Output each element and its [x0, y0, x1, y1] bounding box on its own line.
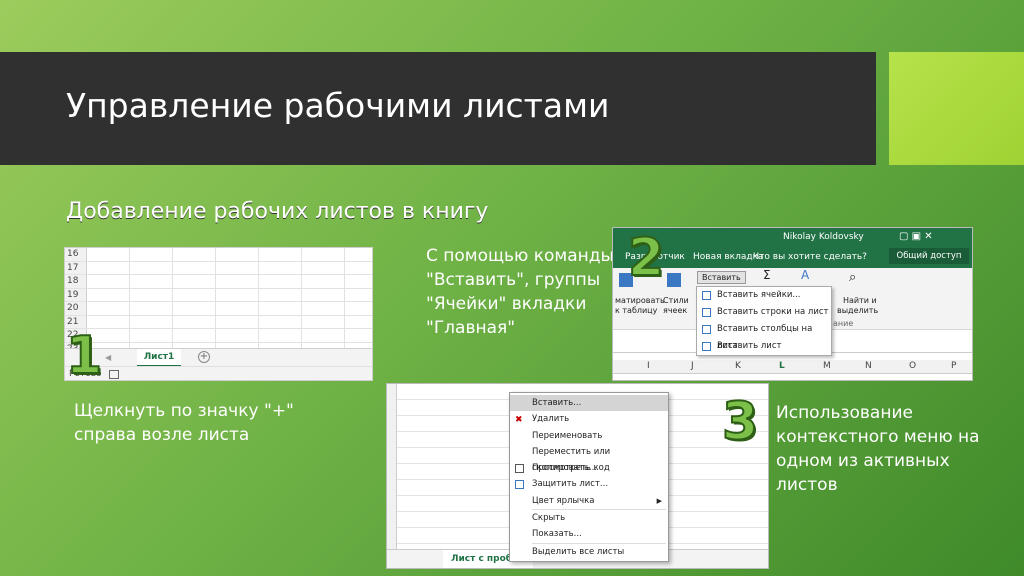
sheet-tab[interactable]: Лист1 [137, 349, 181, 367]
column-headers: I J K L M N O P [613, 360, 972, 374]
insert-rows-icon [702, 308, 711, 317]
step3-text: Использование контекстного меню на одном… [776, 403, 980, 495]
ctx-hide[interactable]: Скрыть [510, 510, 668, 526]
scroll-left-icon[interactable]: ◀ [105, 353, 111, 362]
ctx-delete[interactable]: ✖ Удалить [510, 411, 668, 427]
step-number-1: 1 [65, 326, 103, 386]
sheet-screenshot: 16 17 18 19 20 21 22 23 ◀ Лист1 + Готово [64, 247, 373, 381]
find-icon[interactable]: ⌕ [849, 270, 856, 285]
step-number-3: 3 [721, 392, 759, 452]
step1-text: Щелкнуть по значку "+" справа возле лист… [74, 401, 294, 445]
insert-sheet-icon [702, 342, 711, 351]
row-header: 18 [65, 275, 87, 288]
user-name: Nikolay Koldovsky [783, 232, 864, 242]
ctx-unhide[interactable]: Показать... [510, 526, 668, 542]
protect-sheet-icon [515, 480, 524, 490]
slide-subtitle: Добавление рабочих листов в книгу [66, 199, 489, 224]
ribbon-screenshot: Nikolay Koldovsky ▢ ▣ ✕ Разработчик Нова… [612, 227, 973, 381]
slide-title: Управление рабочими листами [66, 86, 610, 125]
ctx-move-copy[interactable]: Переместить или скопировать... [510, 444, 668, 473]
insert-button[interactable]: Вставить [697, 271, 746, 284]
tell-me-input[interactable]: Что вы хотите сделать? [753, 252, 867, 262]
submenu-arrow-icon: ▶ [656, 496, 662, 505]
row-header: 16 [65, 248, 87, 261]
status-bar: Готово [65, 366, 372, 380]
autosum-icon[interactable]: Σ [763, 268, 771, 282]
step-number-2: 2 [627, 228, 665, 288]
row-header: 20 [65, 302, 87, 315]
row-header: 19 [65, 288, 87, 301]
ctx-rename[interactable]: Переименовать [510, 428, 668, 444]
sheet-tab-bar: ◀ Лист1 + [65, 348, 372, 367]
view-code-icon [515, 464, 524, 474]
menu-insert-sheet[interactable]: Вставить лист [697, 338, 831, 355]
insert-dropdown: Вставить ячейки... Вставить строки на ли… [696, 286, 832, 356]
window-controls-icon[interactable]: ▢ ▣ ✕ [899, 231, 933, 242]
macro-record-icon[interactable] [109, 370, 119, 379]
cell-styles-icon [667, 273, 681, 287]
step2-text: С помощью команды "Вставить", группы "Яч… [426, 246, 614, 338]
excel-title-bar: Nikolay Koldovsky ▢ ▣ ✕ Разработчик Нова… [613, 228, 972, 268]
ctx-view-code[interactable]: Просмотреть код [510, 460, 668, 476]
ctx-protect[interactable]: Защитить лист... [510, 476, 668, 492]
grid-rows: 16 17 18 19 20 21 22 23 [65, 248, 372, 356]
share-button[interactable]: Общий доступ [889, 248, 969, 264]
accent-block [889, 52, 1024, 165]
menu-insert-rows[interactable]: Вставить строки на лист [697, 304, 831, 321]
delete-icon: ✖ [515, 415, 523, 426]
ctx-tab-color[interactable]: Цвет ярлычка ▶ [510, 493, 668, 509]
menu-insert-columns[interactable]: Вставить столбцы на лист [697, 321, 831, 351]
insert-cells-icon [702, 291, 711, 300]
sort-icon[interactable]: A [801, 268, 809, 282]
context-menu-screenshot: Лист с пробелом Вставить... ✖ Удалить Пер… [386, 383, 769, 569]
ctx-select-all[interactable]: Выделить все листы [510, 544, 668, 560]
ctx-insert[interactable]: Вставить... [510, 395, 668, 412]
add-sheet-icon[interactable]: + [198, 351, 210, 363]
group-label: ание [833, 319, 854, 328]
insert-columns-icon [702, 325, 711, 334]
context-menu: Вставить... ✖ Удалить Переименовать Перем… [509, 392, 669, 562]
menu-insert-cells[interactable]: Вставить ячейки... [697, 287, 831, 304]
row-header: 17 [65, 261, 87, 274]
